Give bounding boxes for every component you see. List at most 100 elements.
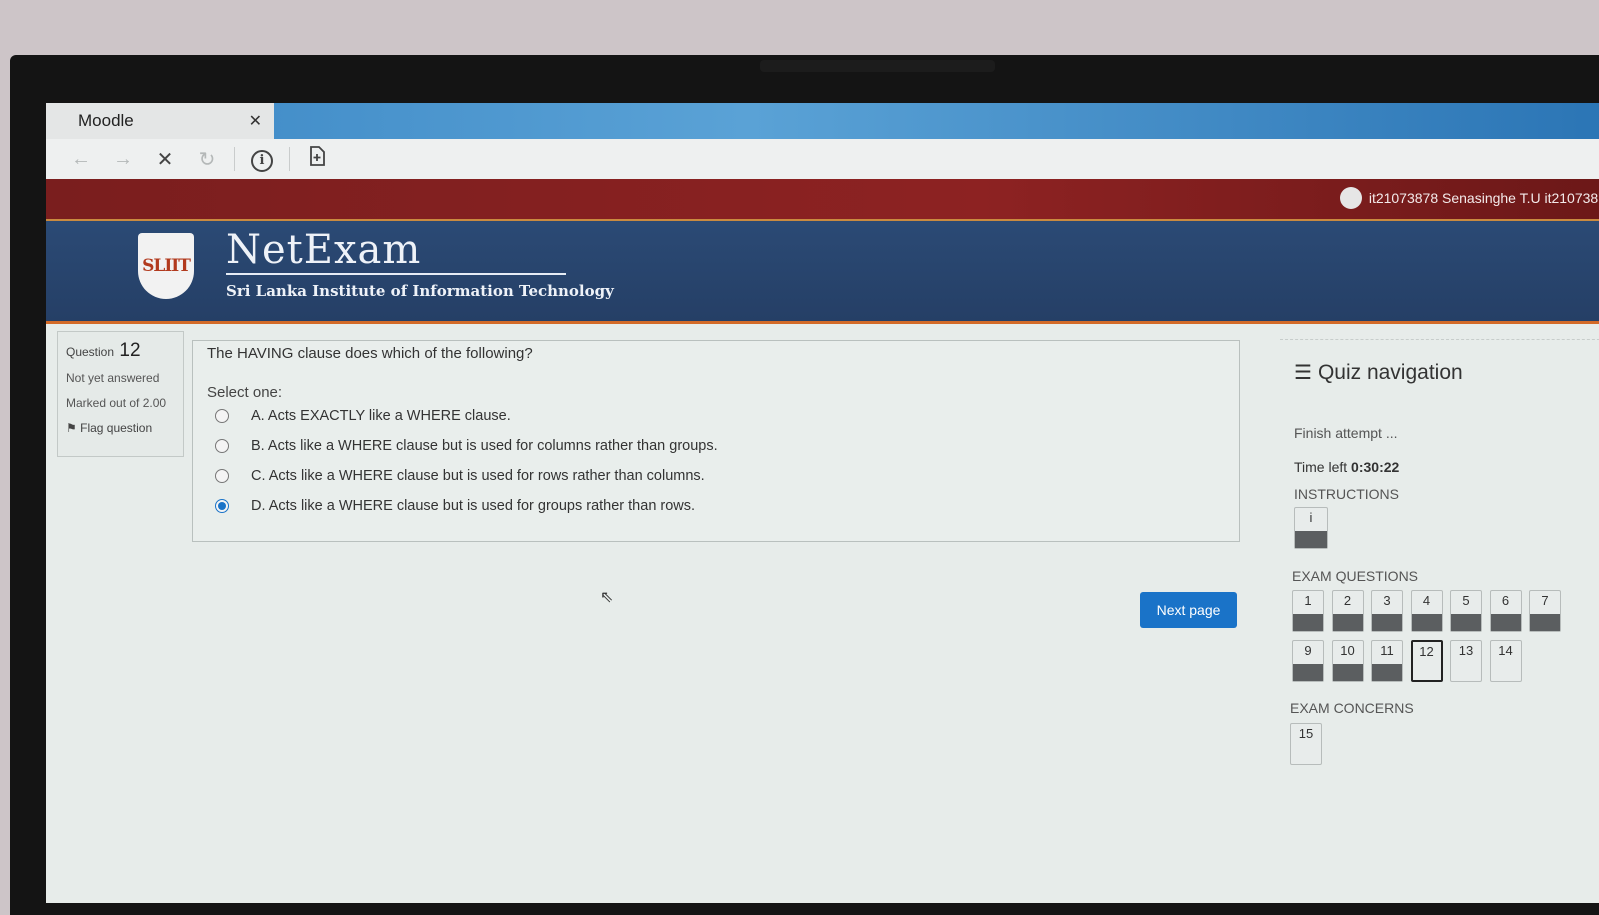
screen: Moodle ✕ ← → ✕ ↻ i it21073878 Senasinghe… (46, 103, 1599, 903)
time-left-value: 0:30:22 (1351, 459, 1400, 475)
question-nav-button[interactable]: 4 (1410, 590, 1443, 632)
avatar (1339, 187, 1362, 209)
logo-text: SLIIT (142, 256, 191, 276)
exam-concerns-label: EXAM CONCERNS (1290, 700, 1414, 716)
exam-questions-label: EXAM QUESTIONS (1292, 568, 1419, 584)
flag-label: Flag question (80, 421, 153, 435)
question-nav-button[interactable]: 11 (1371, 640, 1403, 682)
select-prompt: Select one: (207, 384, 283, 401)
status-bar (1293, 614, 1323, 631)
time-left: Time left 0:30:22 (1294, 459, 1399, 475)
site-title: NetExam (226, 227, 422, 273)
question-nav-button[interactable]: 5 (1450, 590, 1482, 632)
answer-option[interactable]: C. Acts like a WHERE clause but is used … (207, 461, 1225, 491)
question-nav-number: 5 (1462, 593, 1470, 608)
question-nav-button[interactable]: 3 (1371, 590, 1403, 632)
question-number: Question 12 (66, 340, 175, 362)
answer-option[interactable]: A. Acts EXACTLY like a WHERE clause. (207, 401, 1225, 431)
question-nav-number: 15 (1298, 726, 1314, 741)
question-marks: Marked out of 2.00 (66, 396, 167, 410)
browser-toolbar: ← → ✕ ↻ i (46, 139, 1599, 179)
question-nav-button[interactable]: 1 (1292, 590, 1324, 632)
quiz-nav-title-text: Quiz navigation (1317, 360, 1463, 384)
user-bar: it21073878 Senasinghe T.U it2107387 (46, 179, 1599, 221)
menu-icon: ☰ (1294, 362, 1312, 384)
status-bar (1295, 531, 1327, 548)
site-subtitle: Sri Lanka Institute of Information Techn… (226, 282, 614, 300)
question-nav-number: 3 (1383, 593, 1391, 608)
question-nav-button[interactable]: 15 (1290, 723, 1322, 765)
question-box: The HAVING clause does which of the foll… (192, 340, 1240, 542)
question-nav-button[interactable]: 2 (1331, 590, 1364, 632)
status-bar (1530, 614, 1560, 631)
status-bar (1372, 664, 1402, 681)
next-page-button[interactable]: Next page (1140, 592, 1237, 628)
page-icon[interactable] (296, 146, 338, 172)
flag-icon: ⚑ (66, 421, 77, 435)
status-bar (1372, 614, 1402, 631)
question-nav-number: 4 (1422, 593, 1431, 608)
question-label: Question (66, 345, 115, 359)
question-nav-number: 6 (1501, 593, 1510, 608)
status-bar (1293, 664, 1323, 681)
question-nav-number: 10 (1340, 643, 1355, 658)
back-arrow-icon[interactable]: ← (60, 148, 102, 171)
status-bar (1490, 614, 1521, 631)
answer-option-label: C. Acts like a WHERE clause but is used … (251, 468, 705, 484)
radio-button[interactable] (215, 409, 229, 423)
user-name: it21073878 Senasinghe T.U it2107387 (1368, 190, 1599, 206)
question-nav-number: 12 (1419, 644, 1434, 659)
answer-option-label: A. Acts EXACTLY like a WHERE clause. (251, 408, 511, 424)
question-text: The HAVING clause does which of the foll… (207, 345, 533, 362)
instructions-button-label: i (1309, 510, 1313, 525)
answer-option[interactable]: B. Acts like a WHERE clause but is used … (207, 431, 1225, 461)
question-info: Question 12 Not yet answered Marked out … (57, 331, 184, 457)
question-nav-number: 14 (1498, 643, 1513, 658)
answer-option-label: D. Acts like a WHERE clause but is used … (251, 498, 696, 514)
answer-options: A. Acts EXACTLY like a WHERE clause. B. A… (207, 401, 1225, 521)
site-header: SLIIT NetExam Sri Lanka Institute of Inf… (46, 221, 1599, 324)
question-nav-button[interactable]: 14 (1489, 640, 1522, 682)
question-nav-button[interactable]: 12 (1410, 640, 1443, 682)
forward-arrow-icon[interactable]: → (102, 148, 144, 171)
toolbar-divider (289, 147, 290, 171)
radio-button[interactable] (215, 469, 229, 483)
info-icon[interactable]: i (241, 147, 283, 172)
browser-tab[interactable]: Moodle ✕ (46, 103, 274, 139)
question-nav-number: 1 (1304, 593, 1312, 608)
question-nav-button[interactable]: 10 (1331, 640, 1364, 682)
tab-title: Moodle (78, 111, 134, 130)
finish-attempt-link[interactable]: Finish attempt ... (1294, 425, 1397, 441)
question-nav-button[interactable]: 7 (1529, 590, 1561, 632)
flag-question-link[interactable]: ⚑ Flag question (66, 421, 175, 435)
title-underline (226, 273, 566, 275)
status-bar (1332, 614, 1363, 631)
tab-close-icon[interactable]: ✕ (249, 111, 262, 131)
question-nav-button[interactable]: 9 (1292, 640, 1324, 682)
status-bar (1451, 614, 1481, 631)
camera-notch (760, 60, 995, 72)
question-nav-number: 2 (1343, 593, 1352, 608)
question-nav-number: 9 (1304, 643, 1312, 658)
question-nav-button[interactable]: 6 (1489, 590, 1522, 632)
quiz-nav-title: ☰ Quiz navigation (1294, 360, 1463, 385)
radio-button[interactable] (215, 499, 229, 513)
question-state: Not yet answered (66, 371, 160, 385)
reload-icon[interactable]: ↻ (186, 147, 228, 172)
status-bar (1411, 614, 1442, 631)
instructions-label: INSTRUCTIONS (1294, 486, 1399, 502)
question-nav-button[interactable]: 13 (1450, 640, 1482, 682)
sliit-logo: SLIIT (138, 233, 194, 299)
user-menu[interactable]: it21073878 Senasinghe T.U it2107387 (1339, 187, 1599, 209)
stop-icon[interactable]: ✕ (144, 147, 186, 172)
question-nav-number: 7 (1541, 593, 1549, 608)
radio-button[interactable] (215, 439, 229, 453)
time-left-label: Time left (1294, 459, 1348, 475)
answer-option[interactable]: D. Acts like a WHERE clause but is used … (207, 491, 1225, 521)
instructions-button[interactable]: i (1294, 507, 1328, 549)
answer-option-label: B. Acts like a WHERE clause but is used … (251, 438, 718, 454)
question-nav-number: 13 (1458, 643, 1474, 658)
toolbar-divider (234, 147, 235, 171)
tab-bar: Moodle ✕ (46, 103, 1599, 139)
mouse-cursor-icon: ⇖ (600, 589, 614, 606)
